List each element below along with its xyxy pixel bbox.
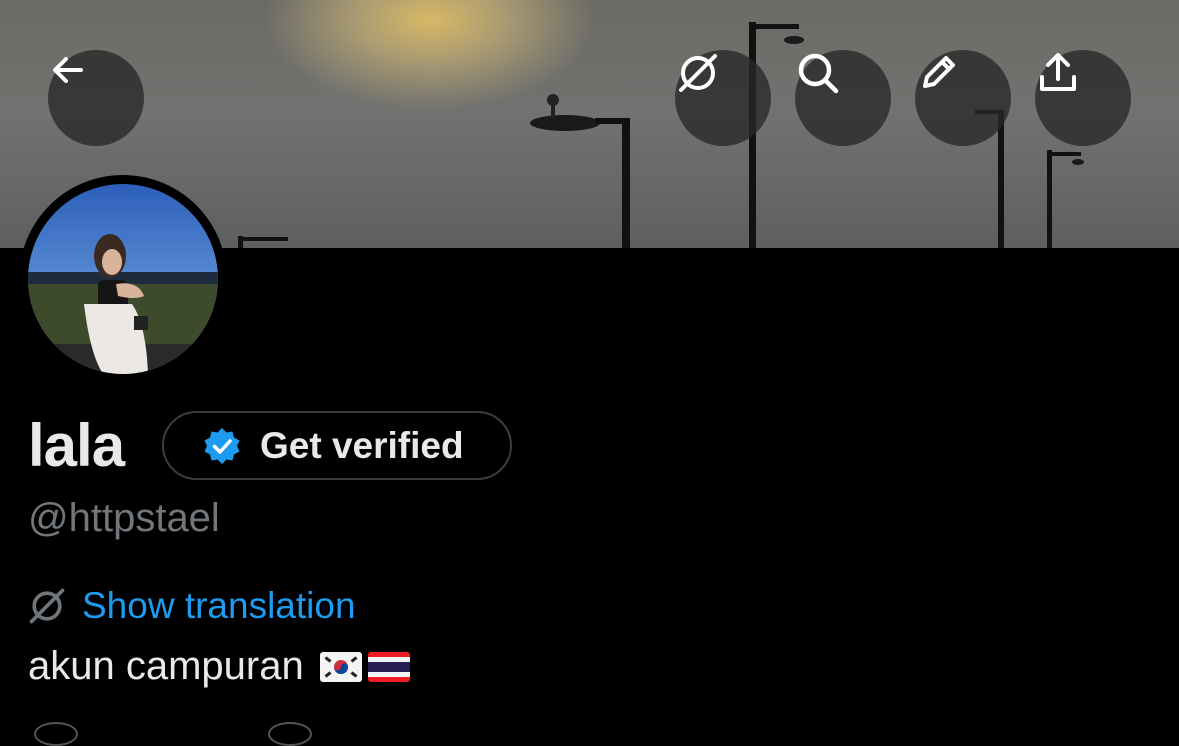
translate-icon [679, 54, 717, 92]
back-button[interactable] [48, 50, 144, 146]
verified-badge-icon [204, 427, 240, 464]
bio-text: akun campuran [28, 644, 304, 688]
share-icon [1040, 53, 1076, 91]
get-verified-label: Get verified [260, 424, 464, 466]
translate-icon [29, 588, 65, 624]
pencil-icon [923, 56, 955, 88]
display-name: lala [28, 412, 125, 479]
bio: akun campuran [28, 644, 410, 689]
edit-button[interactable] [915, 50, 1011, 146]
show-translation-row[interactable]: Show translation [26, 585, 356, 627]
show-translation-link[interactable]: Show translation [82, 585, 356, 627]
thailand-flag-icon [367, 651, 410, 682]
translate-button[interactable] [675, 50, 771, 146]
south-korea-flag-icon [319, 651, 362, 682]
user-handle: @httpstael [28, 496, 220, 540]
avatar[interactable] [19, 175, 227, 383]
search-icon [798, 53, 839, 94]
avatar-image [28, 184, 218, 374]
location-icon [34, 722, 78, 746]
share-button[interactable] [1035, 50, 1131, 146]
calendar-icon [268, 722, 312, 746]
search-button[interactable] [795, 50, 891, 146]
get-verified-button[interactable]: Get verified [162, 411, 512, 480]
arrow-left-icon [53, 57, 83, 83]
